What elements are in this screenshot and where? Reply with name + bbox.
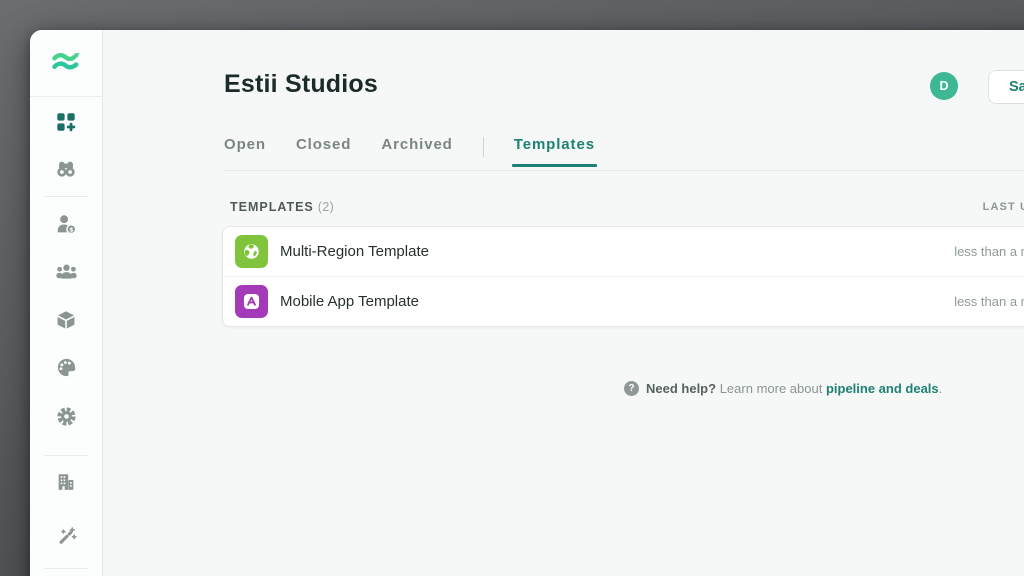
section-title: TEMPLATES bbox=[230, 200, 314, 214]
nav-search[interactable] bbox=[54, 159, 78, 183]
mode-switcher: Sales De bbox=[988, 70, 1024, 104]
template-updated: less than a minute ago bbox=[954, 294, 1024, 309]
sidebar-divider bbox=[44, 455, 88, 456]
main-content: Estii Studios D Sales De Open Closed Arc… bbox=[102, 30, 1024, 576]
app-window: $ bbox=[30, 30, 1024, 576]
gear-icon bbox=[55, 405, 78, 433]
sidebar-divider bbox=[44, 568, 88, 569]
templates-list: Multi-Region Template less than a minute… bbox=[222, 226, 1024, 327]
template-row[interactable]: Multi-Region Template less than a minute… bbox=[223, 227, 1024, 276]
building-icon bbox=[55, 471, 77, 498]
nav-deals-dashboard[interactable] bbox=[54, 112, 78, 136]
help-link[interactable]: pipeline and deals bbox=[826, 381, 939, 396]
avatar[interactable]: D bbox=[930, 72, 958, 100]
tab-divider bbox=[483, 137, 484, 157]
tab-closed[interactable]: Closed bbox=[296, 136, 351, 167]
help-text: Learn more about bbox=[720, 381, 823, 396]
nav-magic-tools[interactable] bbox=[54, 527, 78, 551]
question-mark-icon: ? bbox=[624, 381, 639, 396]
nav-packages[interactable] bbox=[54, 310, 78, 334]
grid-plus-icon bbox=[55, 111, 77, 138]
list-header-row: TEMPLATES (2) LAST UPDATED bbox=[222, 198, 1024, 216]
team-icon bbox=[55, 261, 78, 289]
help-row: ? Need help? Learn more about pipeline a… bbox=[624, 381, 942, 396]
nav-clients[interactable]: $ bbox=[54, 215, 78, 239]
tab-archived[interactable]: Archived bbox=[381, 136, 452, 167]
svg-text:$: $ bbox=[69, 225, 74, 233]
nav-branding[interactable] bbox=[54, 358, 78, 382]
app-logo[interactable] bbox=[30, 30, 102, 97]
template-title: Multi-Region Template bbox=[280, 243, 954, 260]
template-updated: less than a minute ago bbox=[954, 244, 1024, 259]
binoculars-icon bbox=[55, 158, 77, 185]
section-count: (2) bbox=[318, 200, 334, 214]
logo-waves-icon bbox=[50, 48, 82, 79]
nav-team[interactable] bbox=[54, 263, 78, 287]
app-store-a-icon bbox=[235, 285, 268, 318]
pipeline-tabs: Open Closed Archived Templates bbox=[224, 136, 1024, 171]
tab-open[interactable]: Open bbox=[224, 136, 266, 167]
segment-sales[interactable]: Sales bbox=[989, 71, 1024, 103]
template-row[interactable]: Mobile App Template less than a minute a… bbox=[223, 276, 1024, 326]
magic-wand-icon bbox=[55, 525, 78, 553]
help-bold-text: Need help? bbox=[646, 381, 716, 396]
globe-icon bbox=[235, 235, 268, 268]
column-header-last-updated: LAST UPDATED bbox=[983, 201, 1024, 213]
desktop-backdrop: $ bbox=[0, 0, 1024, 576]
page-title: Estii Studios bbox=[224, 68, 378, 100]
template-title: Mobile App Template bbox=[280, 293, 954, 310]
client-dollar-icon: $ bbox=[55, 213, 78, 241]
help-suffix: . bbox=[939, 381, 943, 396]
nav-settings[interactable] bbox=[54, 407, 78, 431]
sidebar: $ bbox=[30, 30, 103, 576]
palette-icon bbox=[55, 356, 78, 384]
sidebar-divider bbox=[44, 196, 88, 197]
tab-templates[interactable]: Templates bbox=[514, 136, 595, 167]
cube-icon bbox=[55, 309, 77, 336]
nav-organization[interactable] bbox=[54, 472, 78, 496]
